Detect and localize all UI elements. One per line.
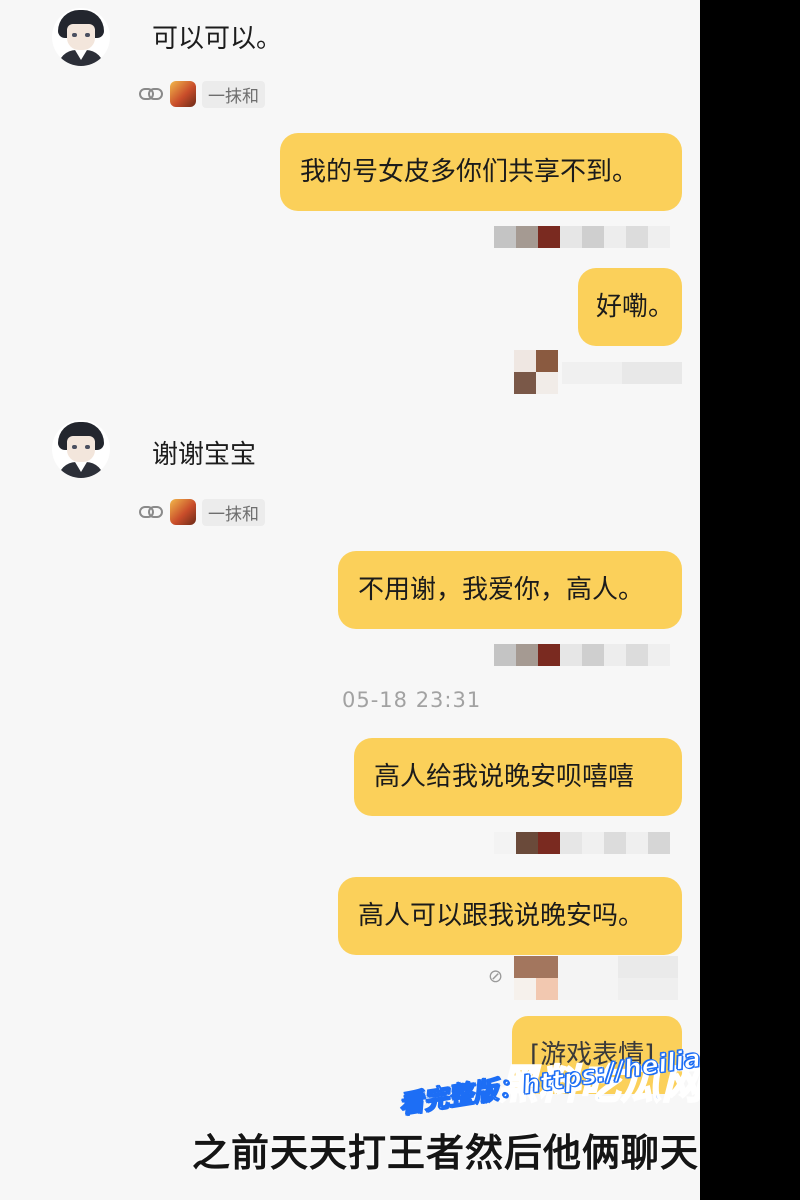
status-icon: ⊘ [488, 966, 504, 987]
blurred-read-indicator [494, 226, 670, 248]
blurred-read-indicator [514, 956, 678, 1000]
outgoing-bubble[interactable]: 高人给我说晚安呗嘻嘻 [354, 738, 682, 816]
timestamp: 05-18 23:31 [342, 688, 482, 712]
outgoing-bubble[interactable]: 好嘞。 [578, 268, 682, 346]
blurred-read-indicator [562, 362, 682, 384]
outgoing-bubble[interactable]: 高人可以跟我说晚安吗。 [338, 877, 682, 955]
game-tag[interactable]: 一抹和 [138, 498, 265, 526]
game-icon [170, 499, 196, 525]
avatar[interactable] [52, 420, 110, 478]
incoming-message: 谢谢宝宝 [152, 440, 257, 470]
incoming-message: 可以可以。 [152, 24, 283, 54]
blurred-read-indicator [514, 350, 558, 394]
game-tag-name: 一抹和 [202, 80, 265, 108]
game-tag[interactable]: 一抹和 [138, 80, 265, 108]
blurred-read-indicator [494, 832, 670, 854]
blurred-read-indicator [494, 644, 670, 666]
avatar[interactable] [52, 8, 110, 66]
link-icon [139, 506, 163, 518]
game-tag-name: 一抹和 [202, 498, 265, 526]
video-caption: 之前天天打王者然后他俩聊天记录 [192, 1131, 700, 1175]
game-icon [170, 81, 196, 107]
outgoing-bubble[interactable]: 不用谢，我爱你，高人。 [338, 551, 682, 629]
chat-window: 可以可以。 一抹和 我的号女皮多你们共享不到。 好嘞。 谢谢宝宝 一抹和 不用谢… [0, 0, 700, 1200]
outgoing-bubble[interactable]: 我的号女皮多你们共享不到。 [280, 133, 682, 211]
link-icon [139, 88, 163, 100]
